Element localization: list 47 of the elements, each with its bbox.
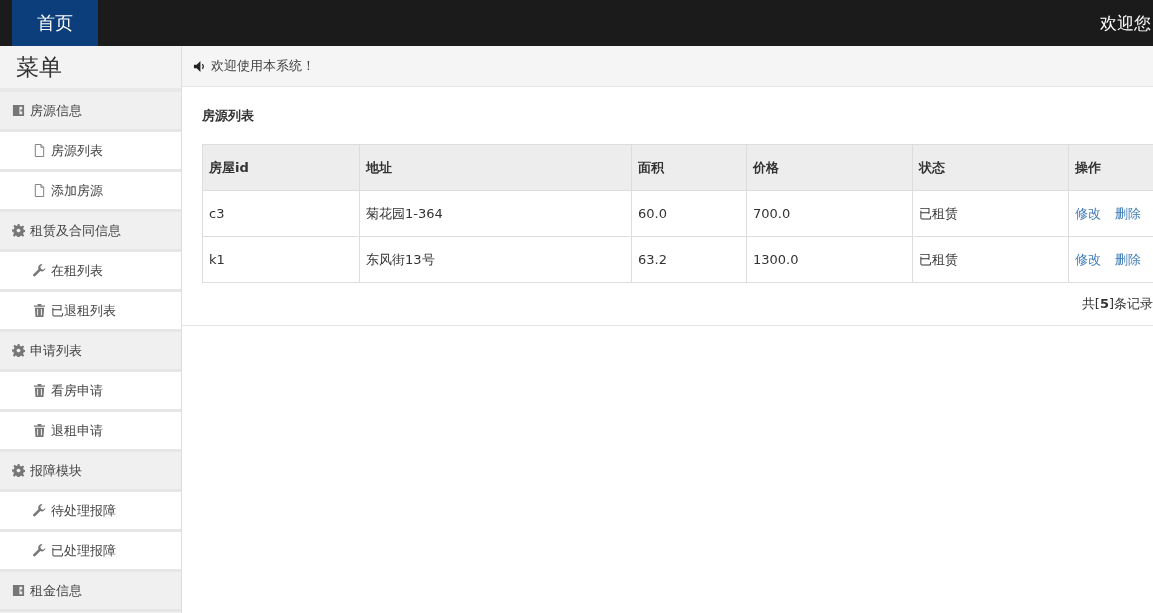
gear-icon xyxy=(12,224,25,237)
file-icon xyxy=(33,184,46,197)
edit-link[interactable]: 修改 xyxy=(1075,250,1101,269)
menu-item[interactable]: 已退租列表 xyxy=(0,292,181,332)
table-cell: 东风街13号 xyxy=(359,236,632,283)
delete-link[interactable]: 删除 xyxy=(1115,204,1141,223)
book-icon xyxy=(12,104,25,117)
wrench-icon xyxy=(33,264,46,277)
column-header: 房屋id xyxy=(202,144,360,191)
table-cell: 1300.0 xyxy=(746,236,913,283)
wrench-icon xyxy=(33,504,46,517)
column-header: 价格 xyxy=(746,144,913,191)
record-count: 共[5]条记录 xyxy=(1081,295,1153,313)
file-icon xyxy=(33,144,46,157)
menu-item[interactable]: 看房申请 xyxy=(0,372,181,412)
table-cell: 菊花园1-364 xyxy=(359,190,632,237)
section-title: 房源列表 xyxy=(202,107,255,125)
welcome-text: 欢迎您 xyxy=(1100,11,1151,35)
column-header: 面积 xyxy=(631,144,747,191)
edit-link[interactable]: 修改 xyxy=(1075,204,1101,223)
table-cell: 60.0 xyxy=(631,190,747,237)
trash-icon xyxy=(33,424,46,437)
column-header: 状态 xyxy=(912,144,1069,191)
column-header: 地址 xyxy=(359,144,632,191)
book-icon xyxy=(12,584,25,597)
notice-text: 欢迎使用本系统！ xyxy=(211,57,315,75)
trash-icon xyxy=(33,304,46,317)
gear-icon xyxy=(12,464,25,477)
table-cell: 700.0 xyxy=(746,190,913,237)
menu-item[interactable]: 待处理报障 xyxy=(0,492,181,532)
wrench-icon xyxy=(33,544,46,557)
home-tab[interactable]: 首页 xyxy=(12,0,98,46)
menu-item[interactable]: 已处理报障 xyxy=(0,532,181,572)
menu-item[interactable]: 房源列表 xyxy=(0,132,181,172)
column-header: 操作 xyxy=(1068,144,1153,191)
table-cell: 已租赁 xyxy=(912,190,1069,237)
table-cell: 已租赁 xyxy=(912,236,1069,283)
speaker-icon xyxy=(193,59,206,73)
menu-item[interactable]: 添加房源 xyxy=(0,172,181,212)
table-cell: k1 xyxy=(202,236,360,283)
trash-icon xyxy=(33,384,46,397)
gear-icon xyxy=(12,344,25,357)
delete-link[interactable]: 删除 xyxy=(1115,250,1141,269)
menu-item[interactable]: 在租列表 xyxy=(0,252,181,292)
table-cell: 63.2 xyxy=(631,236,747,283)
menu-item[interactable]: 退租申请 xyxy=(0,412,181,452)
table-cell: c3 xyxy=(202,190,360,237)
